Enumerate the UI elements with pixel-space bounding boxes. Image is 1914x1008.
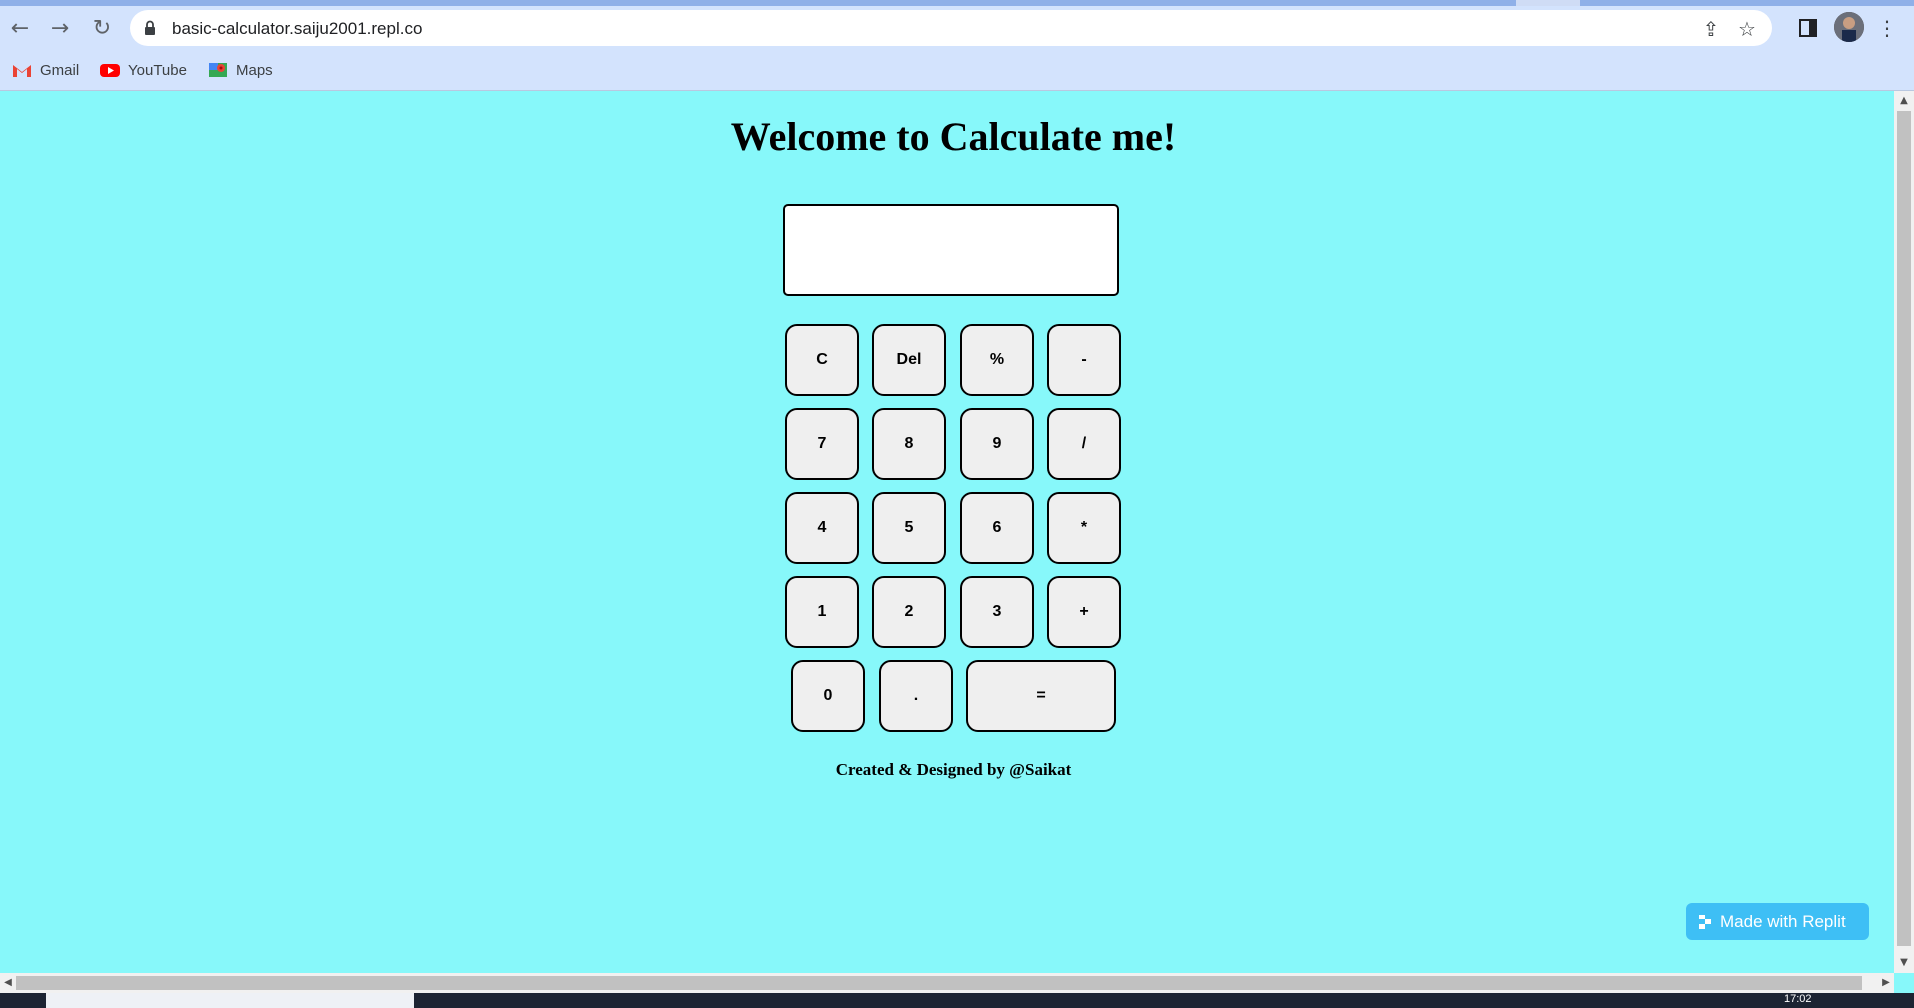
share-icon[interactable]: ⇪ [1698,16,1724,42]
decimal-button[interactable]: . [879,660,953,732]
star-icon[interactable]: ☆ [1734,16,1760,42]
bookmark-gmail[interactable]: Gmail [12,58,79,82]
digit-0-button[interactable]: 0 [791,660,865,732]
bookmark-label: YouTube [128,61,187,79]
browser-toolbar: ← → ↻ basic-calculator.saiju2001.repl.co… [0,6,1914,50]
digit-8-button[interactable]: 8 [872,408,946,480]
percent-button[interactable]: % [960,324,1034,396]
lock-icon [145,20,155,35]
scroll-up-icon[interactable]: ▲ [1894,93,1914,109]
address-bar[interactable]: basic-calculator.saiju2001.repl.co ⇪ ☆ [130,10,1772,46]
replit-badge-label: Made with Replit [1720,911,1846,931]
vertical-scroll-thumb[interactable] [1897,111,1911,946]
url-text: basic-calculator.saiju2001.repl.co [172,19,423,38]
bookmark-label: Gmail [40,61,80,79]
profile-avatar[interactable] [1834,12,1864,42]
digit-5-button[interactable]: 5 [872,492,946,564]
credit-text: Created & Designed by @Saikat [835,760,1072,779]
side-panel-icon[interactable] [1795,15,1821,41]
clear-button[interactable]: C [785,324,859,396]
horizontal-scrollbar[interactable]: ◀ ▶ [0,973,1894,993]
vertical-scrollbar[interactable]: ▲ ▼ [1894,91,1914,973]
bookmark-youtube[interactable]: YouTube [100,58,187,82]
multiply-button[interactable]: * [1047,492,1121,564]
digit-6-button[interactable]: 6 [960,492,1034,564]
made-with-replit-button[interactable]: Made with Replit [1686,903,1869,940]
digit-7-button[interactable]: 7 [785,408,859,480]
os-taskbar: 17:02 [0,993,1914,1008]
gmail-icon [13,65,31,77]
delete-button[interactable]: Del [872,324,946,396]
reload-icon[interactable]: ↻ [86,12,118,44]
divide-button[interactable]: / [1047,408,1121,480]
plus-button[interactable]: + [1047,576,1121,648]
equals-button[interactable]: = [966,660,1116,732]
taskbar-clock: 17:02 [1784,993,1812,1005]
digit-9-button[interactable]: 9 [960,408,1034,480]
back-arrow-icon[interactable]: ← [4,12,36,44]
bookmarks-bar: Gmail YouTube Maps [0,50,1914,91]
horizontal-scroll-thumb[interactable] [16,976,1862,990]
bookmark-label: Maps [236,61,273,79]
more-menu-icon[interactable]: ⋮ [1874,15,1900,41]
scroll-left-icon[interactable]: ◀ [0,973,16,993]
maps-icon [209,63,227,77]
calculator-display[interactable] [783,204,1119,296]
replit-icon [1699,914,1711,929]
bookmark-maps[interactable]: Maps [208,58,273,82]
digit-1-button[interactable]: 1 [785,576,859,648]
taskbar-search[interactable] [46,993,414,1008]
forward-arrow-icon[interactable]: → [44,12,76,44]
minus-button[interactable]: - [1047,324,1121,396]
digit-3-button[interactable]: 3 [960,576,1034,648]
digit-2-button[interactable]: 2 [872,576,946,648]
digit-4-button[interactable]: 4 [785,492,859,564]
youtube-icon [100,64,120,77]
scroll-down-icon[interactable]: ▼ [1894,955,1914,971]
page-title: Welcome to Calculate me! [730,114,1177,159]
scroll-right-icon[interactable]: ▶ [1878,973,1894,993]
page-content: Welcome to Calculate me! C Del % - 7 8 9… [0,91,1894,973]
